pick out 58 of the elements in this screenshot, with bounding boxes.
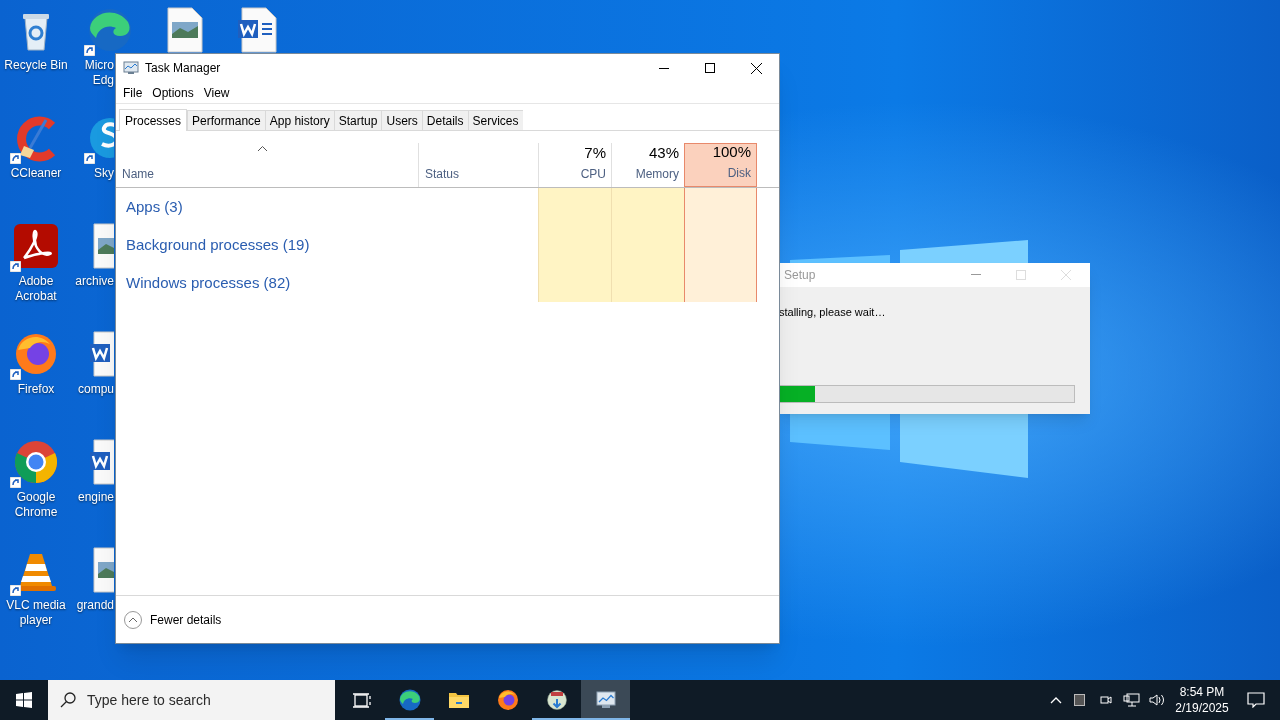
status-message: stalling, please wait… xyxy=(779,305,887,320)
shortcut-label: Sky xyxy=(93,166,114,181)
menu-item[interactable]: File xyxy=(118,83,148,102)
tab[interactable]: Performance xyxy=(187,110,265,130)
column-header[interactable]: 7% CPU xyxy=(538,143,611,187)
shortcut-label: compu xyxy=(76,382,114,397)
group-name[interactable]: Background processes (19) xyxy=(126,233,310,257)
column-header[interactable]: 100% Disk xyxy=(684,143,757,187)
shortcut-label: engine xyxy=(76,490,114,505)
chevron-up-icon[interactable] xyxy=(1050,696,1062,704)
maximize-icon xyxy=(705,63,715,73)
monitor-chart-icon xyxy=(123,60,139,76)
collapse-icon xyxy=(124,610,142,629)
shortcut-label: Micro Edg xyxy=(83,58,114,88)
group-name[interactable]: Apps (3) xyxy=(126,195,183,219)
fewer-details-button[interactable]: Fewer details xyxy=(124,610,222,629)
shortcut-label: archive xyxy=(74,274,114,289)
tab[interactable]: Details xyxy=(421,110,468,130)
tab[interactable]: Startup xyxy=(333,110,382,130)
menu-item[interactable]: Options xyxy=(147,83,199,102)
group-name[interactable]: Windows processes (82) xyxy=(126,271,291,295)
shortcut-label: grandd xyxy=(75,598,114,613)
desktop-shortcut[interactable]: Firefox xyxy=(0,330,72,397)
browser-icon xyxy=(86,6,134,54)
menu-item[interactable]: View xyxy=(198,83,235,102)
start-icon xyxy=(16,692,32,708)
installer-icon xyxy=(544,688,569,712)
tab[interactable]: App history xyxy=(264,110,334,130)
pdf-icon xyxy=(12,222,60,270)
tab[interactable]: Processes xyxy=(119,109,188,131)
taskbar-button[interactable] xyxy=(581,680,630,720)
notification-icon xyxy=(1247,692,1265,708)
minimize-icon xyxy=(659,67,669,69)
network-icon[interactable] xyxy=(1123,692,1140,708)
desktop-shortcut[interactable]: Google Chrome xyxy=(0,438,72,520)
desktop-shortcut[interactable] xyxy=(86,6,134,54)
browser-icon xyxy=(397,688,422,712)
grid-icon[interactable] xyxy=(1074,694,1085,706)
task-view-icon xyxy=(350,690,371,710)
desktop-shortcut[interactable]: Recycle Bin xyxy=(0,6,72,73)
search-field[interactable]: Type here to search xyxy=(48,680,335,720)
desktop-shortcut[interactable]: Adobe Acrobat xyxy=(0,222,72,304)
minimize-icon[interactable] xyxy=(971,274,981,276)
window-title: Task Manager xyxy=(145,60,221,77)
window-title: Setup xyxy=(784,267,816,284)
camera-icon[interactable] xyxy=(1099,693,1113,707)
browser-icon xyxy=(12,438,60,486)
volume-icon[interactable] xyxy=(1149,693,1166,707)
column-header[interactable]: Name xyxy=(116,143,418,187)
close-icon xyxy=(750,62,762,74)
desktop-shortcut[interactable]: VLC media player xyxy=(0,546,72,628)
clock[interactable]: 8:54 PM 2/19/2025 xyxy=(1174,684,1230,716)
desktop-shortcut[interactable]: CCleaner xyxy=(0,114,72,181)
column-header[interactable]: Status xyxy=(418,143,538,187)
tab[interactable]: Services xyxy=(467,110,523,130)
search-icon xyxy=(60,692,76,708)
tab[interactable]: Users xyxy=(381,110,422,130)
browser-icon xyxy=(495,688,520,712)
